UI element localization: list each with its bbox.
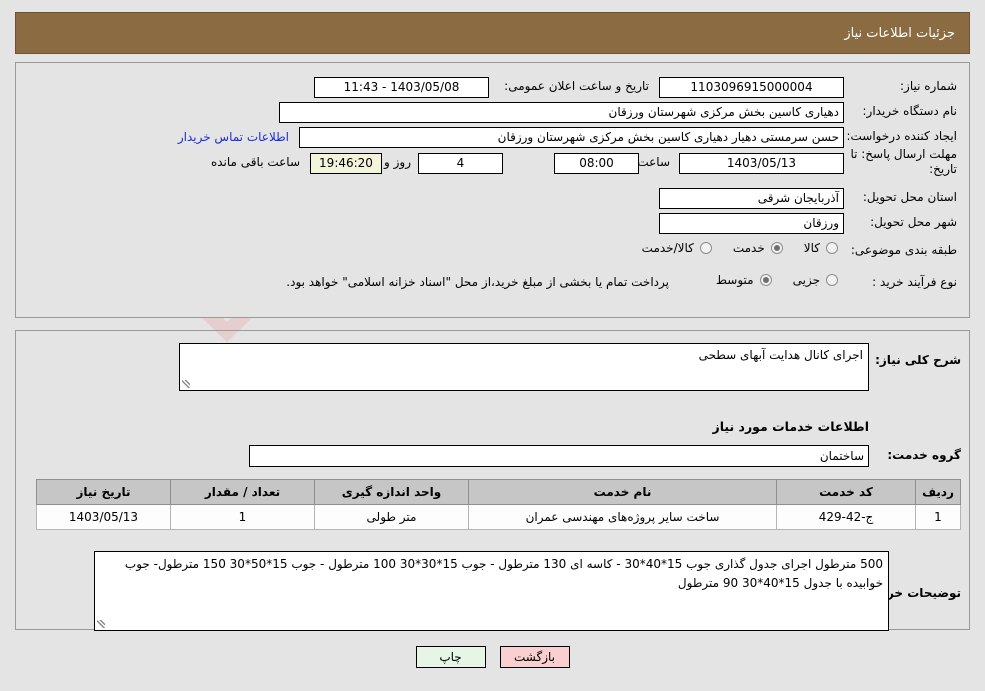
days-remaining-label: روز و [384, 155, 411, 169]
back-button[interactable]: بازگشت [499, 646, 570, 668]
summary-textarea[interactable]: اجرای کانال هدایت آبهای سطحی [179, 343, 869, 391]
cell-unit: متر طولی [314, 504, 469, 530]
button-bar: بازگشت چاپ [0, 646, 985, 668]
service-group-label: گروه خدمت: [887, 448, 961, 462]
city-label: شهر محل تحویل: [870, 215, 957, 229]
category-option-kala[interactable]: کالا [804, 241, 841, 255]
process-option-label: متوسط [715, 273, 754, 287]
table-col-quantity: تعداد / مقدار [170, 479, 315, 505]
countdown-value: 19:46:20 [310, 153, 382, 174]
need-number-value: 1103096915000004 [659, 77, 844, 98]
category-radio-group: کالا خدمت کالا/خدمت [624, 241, 841, 255]
category-label: طبقه بندی موضوعی: [850, 243, 957, 257]
cell-code: ج-42-429 [776, 504, 916, 530]
process-note: پرداخت تمام یا بخشی از مبلغ خرید،از محل … [286, 275, 669, 289]
category-option-label: کالا/خدمت [641, 241, 694, 255]
services-section-title: اطلاعات خدمات مورد نیاز [712, 419, 870, 434]
services-table: ردیف کد خدمت نام خدمت واحد اندازه گیری ت… [36, 479, 961, 530]
page-title: جزئیات اطلاعات نیاز [844, 25, 955, 41]
table-row: 1 ج-42-429 ساخت سایر پروژه‌های مهندسی عم… [36, 504, 961, 530]
announce-label: تاریخ و ساعت اعلان عمومی: [504, 79, 649, 93]
category-option-label: کالا [803, 241, 820, 255]
buyer-org-label: نام دستگاه خریدار: [862, 104, 958, 118]
service-group-value: ساختمان [249, 445, 869, 467]
deadline-label: مهلت ارسال پاسخ: تا تاریخ: [850, 147, 957, 176]
process-option-motevaset[interactable]: متوسط [716, 273, 775, 287]
city-value: ورزقان [659, 213, 844, 234]
cell-name: ساخت سایر پروژه‌های مهندسی عمران [468, 504, 777, 530]
category-option-khedmat[interactable]: خدمت [733, 241, 786, 255]
creator-value: حسن سرمستی دهیار دهیاری کاسین بخش مرکزی … [299, 127, 844, 148]
buyer-org-value: دهیاری کاسین بخش مرکزی شهرستان ورزقان [279, 102, 844, 123]
table-header-row: ردیف کد خدمت نام خدمت واحد اندازه گیری ت… [36, 479, 961, 505]
deadline-date-value: 1403/05/13 [679, 153, 844, 174]
table-col-name: نام خدمت [468, 479, 777, 505]
summary-label: شرح کلی نیاز: [875, 353, 961, 367]
province-label: استان محل تحویل: [862, 190, 957, 204]
process-option-label: جزیی [792, 273, 820, 287]
radio-icon[interactable] [759, 274, 772, 286]
province-value: آذربایجان شرقی [659, 188, 844, 209]
table-col-code: کد خدمت [776, 479, 916, 505]
category-option-label: خدمت [732, 241, 765, 255]
radio-icon[interactable] [826, 242, 838, 254]
deadline-hour-value: 08:00 [554, 153, 639, 174]
cell-date: 1403/05/13 [36, 504, 171, 530]
buyer-notes-textarea[interactable]: 500 مترطول اجرای جدول گذاری جوب 15*40*30… [94, 551, 889, 631]
buyer-contact-link[interactable]: اطلاعات تماس خریدار [178, 130, 289, 144]
days-remaining-value: 4 [418, 153, 503, 174]
process-label: نوع فرآیند خرید : [872, 275, 957, 289]
row-need-number: شماره نیاز: [849, 79, 957, 93]
need-info-panel: شماره نیاز: 1103096915000004 تاریخ و ساع… [15, 62, 970, 318]
page-header: جزئیات اطلاعات نیاز [15, 12, 970, 54]
radio-icon[interactable] [699, 242, 712, 254]
creator-label: ایجاد کننده درخواست: [846, 129, 957, 143]
cell-radif: 1 [915, 504, 961, 530]
category-option-kala-khedmat[interactable]: کالا/خدمت [642, 241, 715, 255]
table-col-unit: واحد اندازه گیری [314, 479, 469, 505]
radio-icon[interactable] [770, 242, 783, 254]
announce-value: 1403/05/08 - 11:43 [314, 77, 489, 98]
radio-icon[interactable] [826, 274, 838, 286]
cell-quantity: 1 [170, 504, 315, 530]
need-number-label: شماره نیاز: [900, 79, 957, 93]
print-button[interactable]: چاپ [415, 646, 486, 668]
process-option-jozii[interactable]: جزیی [793, 273, 841, 287]
process-radio-group: جزیی متوسط [698, 273, 841, 287]
details-panel: شرح کلی نیاز: اجرای کانال هدایت آبهای سط… [15, 330, 970, 631]
table-col-date: تاریخ نیاز [36, 479, 171, 505]
countdown-label: ساعت باقی مانده [210, 155, 300, 169]
table-col-radif: ردیف [915, 479, 961, 505]
